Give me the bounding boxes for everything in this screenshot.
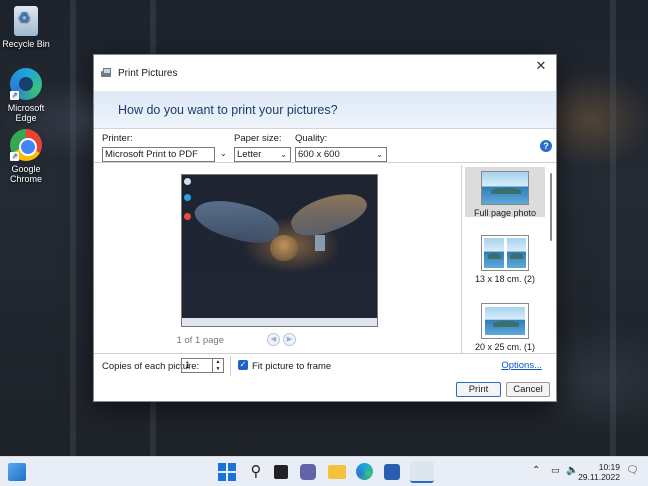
chevron-down-icon: ⌄: [280, 150, 287, 159]
quality-select[interactable]: 600 x 600 ⌄: [295, 147, 387, 162]
quality-group: Quality: 600 x 600 ⌄: [295, 133, 387, 162]
teams-chat-icon[interactable]: [300, 464, 316, 480]
preview-desktop-icon: [184, 194, 191, 201]
copies-input[interactable]: 1: [181, 358, 213, 373]
layout-thumbnail-part: [485, 307, 525, 335]
print-pictures-dialog: Print Pictures ✕ How do you want to prin…: [93, 54, 557, 402]
task-view-icon[interactable]: [274, 465, 288, 479]
layout-scrollbar[interactable]: [550, 173, 552, 241]
quality-value: 600 x 600: [298, 149, 340, 160]
widgets-icon[interactable]: [8, 463, 26, 481]
layout-thumbnail: [481, 303, 529, 339]
preview-owl-wing: [190, 190, 284, 252]
paper-size-value: Letter: [237, 149, 262, 160]
search-icon[interactable]: ⚲: [246, 462, 266, 482]
options-link[interactable]: Options...: [501, 360, 542, 371]
clock-date: 29.11.2022: [578, 472, 620, 482]
preview-owl-wing: [286, 183, 372, 245]
notifications-icon[interactable]: 🗨: [626, 465, 639, 476]
chevron-down-icon[interactable]: ⌄: [220, 149, 227, 158]
dialog-title: Print Pictures: [118, 67, 178, 79]
wallpaper-stripe: [610, 0, 616, 456]
shortcut-arrow-icon: ↗: [10, 91, 19, 100]
file-explorer-icon[interactable]: [328, 465, 346, 479]
print-settings-row: Printer: Microsoft Print to PDF ⌄ Paper …: [94, 129, 556, 163]
layout-item-20x25[interactable]: 20 x 25 cm. (1): [465, 299, 545, 352]
store-icon[interactable]: [384, 464, 400, 480]
fit-picture-checkbox[interactable]: ✓: [238, 360, 248, 370]
next-page-button[interactable]: ▶: [283, 333, 296, 346]
edge-icon: ↗: [10, 68, 42, 100]
chevron-down-icon: ⌄: [376, 150, 383, 159]
cancel-button[interactable]: Cancel: [506, 382, 550, 397]
desktop-icon-chrome[interactable]: ↗ Google Chrome: [0, 129, 52, 184]
layout-thumbnail: [481, 171, 529, 205]
clock[interactable]: 10:19 29.11.2022: [578, 462, 620, 482]
help-icon[interactable]: ?: [540, 140, 552, 152]
layout-item-full-page[interactable]: Full page photo: [465, 167, 545, 218]
printer-label: Printer:: [102, 133, 133, 144]
printer-group: Printer: Microsoft Print to PDF ⌄: [102, 133, 229, 162]
taskbar: ⚲ ⌃ ▭ 🔈 10:19 29.11.2022 🗨: [0, 456, 648, 486]
preview-dialog-thumb: [315, 235, 325, 251]
layout-label: Full page photo: [473, 208, 537, 218]
layout-thumbnail: [481, 235, 529, 271]
desktop-icon-label: Recycle Bin: [2, 39, 50, 49]
dialog-titlebar[interactable]: Print Pictures ✕: [94, 55, 556, 91]
layout-item-13x18[interactable]: 13 x 18 cm. (2): [465, 231, 545, 284]
footer-divider: [230, 356, 231, 376]
clock-time: 10:19: [598, 462, 620, 472]
quality-label: Quality:: [295, 133, 328, 144]
layout-thumbnail-part: [484, 238, 504, 268]
layout-thumbnail-part: [506, 238, 526, 268]
desktop-icon-label: Microsoft Edge: [7, 103, 45, 123]
print-preview-image: [181, 174, 378, 327]
fit-picture-label[interactable]: Fit picture to frame: [252, 361, 331, 372]
desktop-icon-label: Google Chrome: [9, 164, 42, 184]
printer-value: Microsoft Print to PDF: [105, 149, 198, 160]
paper-size-group: Paper size: Letter ⌄: [234, 133, 291, 162]
volume-icon[interactable]: 🔈: [566, 465, 578, 476]
chrome-icon: ↗: [10, 129, 42, 161]
photos-app-icon[interactable]: [410, 461, 434, 483]
network-icon[interactable]: ▭: [551, 465, 560, 476]
start-icon[interactable]: [218, 463, 236, 481]
layout-label: 13 x 18 cm. (2): [474, 274, 536, 284]
printer-icon: [100, 67, 112, 79]
layout-label: 20 x 25 cm. (1): [474, 342, 536, 352]
copies-stepper[interactable]: ▲ ▼: [213, 358, 224, 373]
previous-page-button[interactable]: ◀: [267, 333, 280, 346]
edge-icon[interactable]: [356, 463, 373, 480]
preview-owl-body: [270, 235, 298, 261]
desktop-icon-edge[interactable]: ↗ Microsoft Edge: [0, 68, 52, 123]
layout-list: Full page photo 13 x 18 cm. (2) 20 x 25 …: [463, 165, 558, 353]
preview-taskbar: [182, 318, 377, 326]
dialog-body: 1 of 1 page ◀ ▶ Full page photo 13 x 18 …: [94, 165, 556, 353]
tray-overflow-icon[interactable]: ⌃: [532, 465, 540, 476]
print-button[interactable]: Print: [456, 382, 501, 397]
paper-size-select[interactable]: Letter ⌄: [234, 147, 291, 162]
dialog-footer: Copies of each picture: 1 ▲ ▼ ✓ Fit pictu…: [94, 353, 556, 403]
wallpaper-stripe: [70, 0, 76, 456]
printer-select[interactable]: Microsoft Print to PDF: [102, 147, 215, 162]
close-button[interactable]: ✕: [526, 55, 556, 77]
paper-size-label: Paper size:: [234, 133, 282, 144]
recycle-bin-icon: [14, 6, 38, 36]
print-preview-area: 1 of 1 page ◀ ▶: [94, 165, 462, 353]
preview-desktop-icon: [184, 178, 191, 185]
dialog-heading: How do you want to print your pictures?: [94, 91, 556, 129]
shortcut-arrow-icon: ↗: [10, 152, 19, 161]
desktop-icon-recycle-bin[interactable]: Recycle Bin: [0, 6, 52, 49]
preview-desktop-icon: [184, 213, 191, 220]
page-count: 1 of 1 page: [176, 335, 224, 346]
